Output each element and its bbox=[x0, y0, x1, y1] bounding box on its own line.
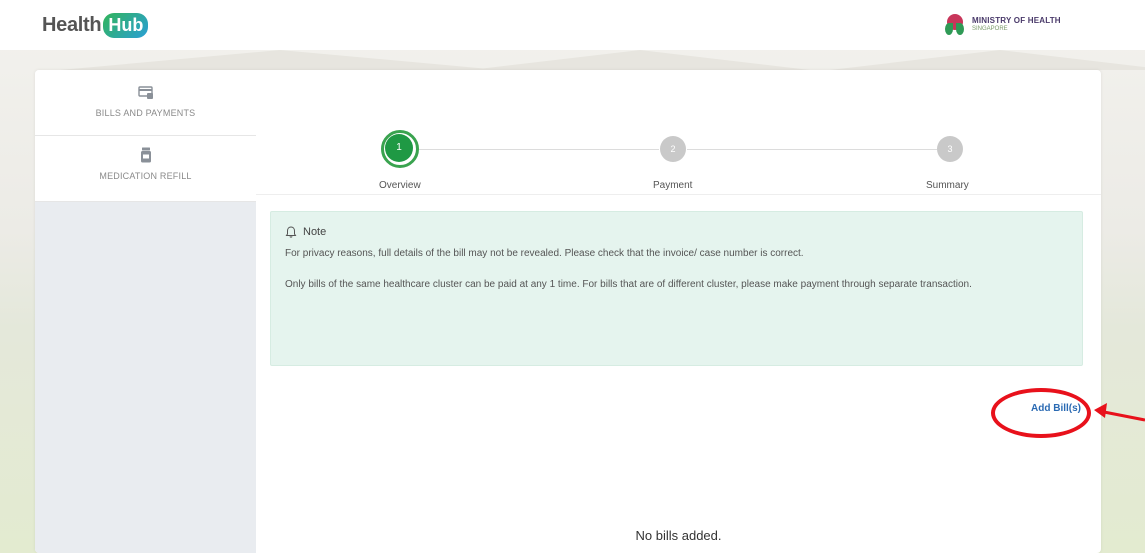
annotation-arrow-icon bbox=[1094, 403, 1145, 422]
step-number: 1 bbox=[385, 134, 413, 162]
progress-stepper: 1 2 3 Overview Payment Summary bbox=[256, 70, 1101, 195]
step-label-overview: Overview bbox=[379, 180, 421, 191]
step-summary: 3 bbox=[937, 136, 963, 162]
top-bar: Health Hub MINISTRY OF HEALTH SINGAPORE bbox=[0, 0, 1145, 50]
sidebar: BILLS AND PAYMENTS MEDICATION REFILL bbox=[35, 70, 256, 553]
sidebar-item-label: MEDICATION REFILL bbox=[99, 171, 192, 181]
logo-text: Health bbox=[42, 13, 102, 36]
step-label-summary: Summary bbox=[926, 180, 969, 191]
step-payment: 2 bbox=[660, 136, 686, 162]
medicine-bottle-icon bbox=[140, 147, 151, 163]
note-box: Note For privacy reasons, full details o… bbox=[270, 211, 1083, 366]
bell-icon bbox=[285, 226, 297, 238]
sidebar-item-label: BILLS AND PAYMENTS bbox=[95, 108, 196, 118]
sidebar-item-medication-refill[interactable]: MEDICATION REFILL bbox=[35, 136, 256, 202]
note-paragraph-privacy: For privacy reasons, full details of the… bbox=[285, 248, 804, 259]
ministry-of-health-logo: MINISTRY OF HEALTH SINGAPORE bbox=[944, 13, 1061, 37]
step-label-payment: Payment bbox=[653, 180, 693, 191]
moh-subtitle: SINGAPORE bbox=[972, 26, 1008, 32]
moh-title: MINISTRY OF HEALTH bbox=[972, 16, 1061, 25]
step-number: 2 bbox=[670, 144, 676, 154]
annotation-circle bbox=[991, 388, 1091, 438]
logo-badge: Hub bbox=[103, 12, 149, 38]
step-number: 3 bbox=[947, 144, 953, 154]
bill-icon bbox=[137, 86, 153, 99]
empty-state-message: No bills added. bbox=[635, 528, 722, 543]
note-paragraph-cluster: Only bills of the same healthcare cluste… bbox=[285, 279, 972, 290]
healthhub-logo[interactable]: Health Hub bbox=[42, 12, 149, 38]
main-card: BILLS AND PAYMENTS MEDICATION REFILL 1 2… bbox=[35, 70, 1101, 553]
step-connector bbox=[419, 149, 659, 150]
step-connector bbox=[687, 149, 937, 150]
main-content: 1 2 3 Overview Payment Summary Note For … bbox=[256, 70, 1101, 553]
note-title: Note bbox=[303, 226, 327, 238]
moh-emblem-icon bbox=[944, 13, 966, 37]
step-overview: 1 bbox=[381, 130, 419, 168]
sidebar-item-bills-and-payments[interactable]: BILLS AND PAYMENTS bbox=[35, 70, 256, 136]
